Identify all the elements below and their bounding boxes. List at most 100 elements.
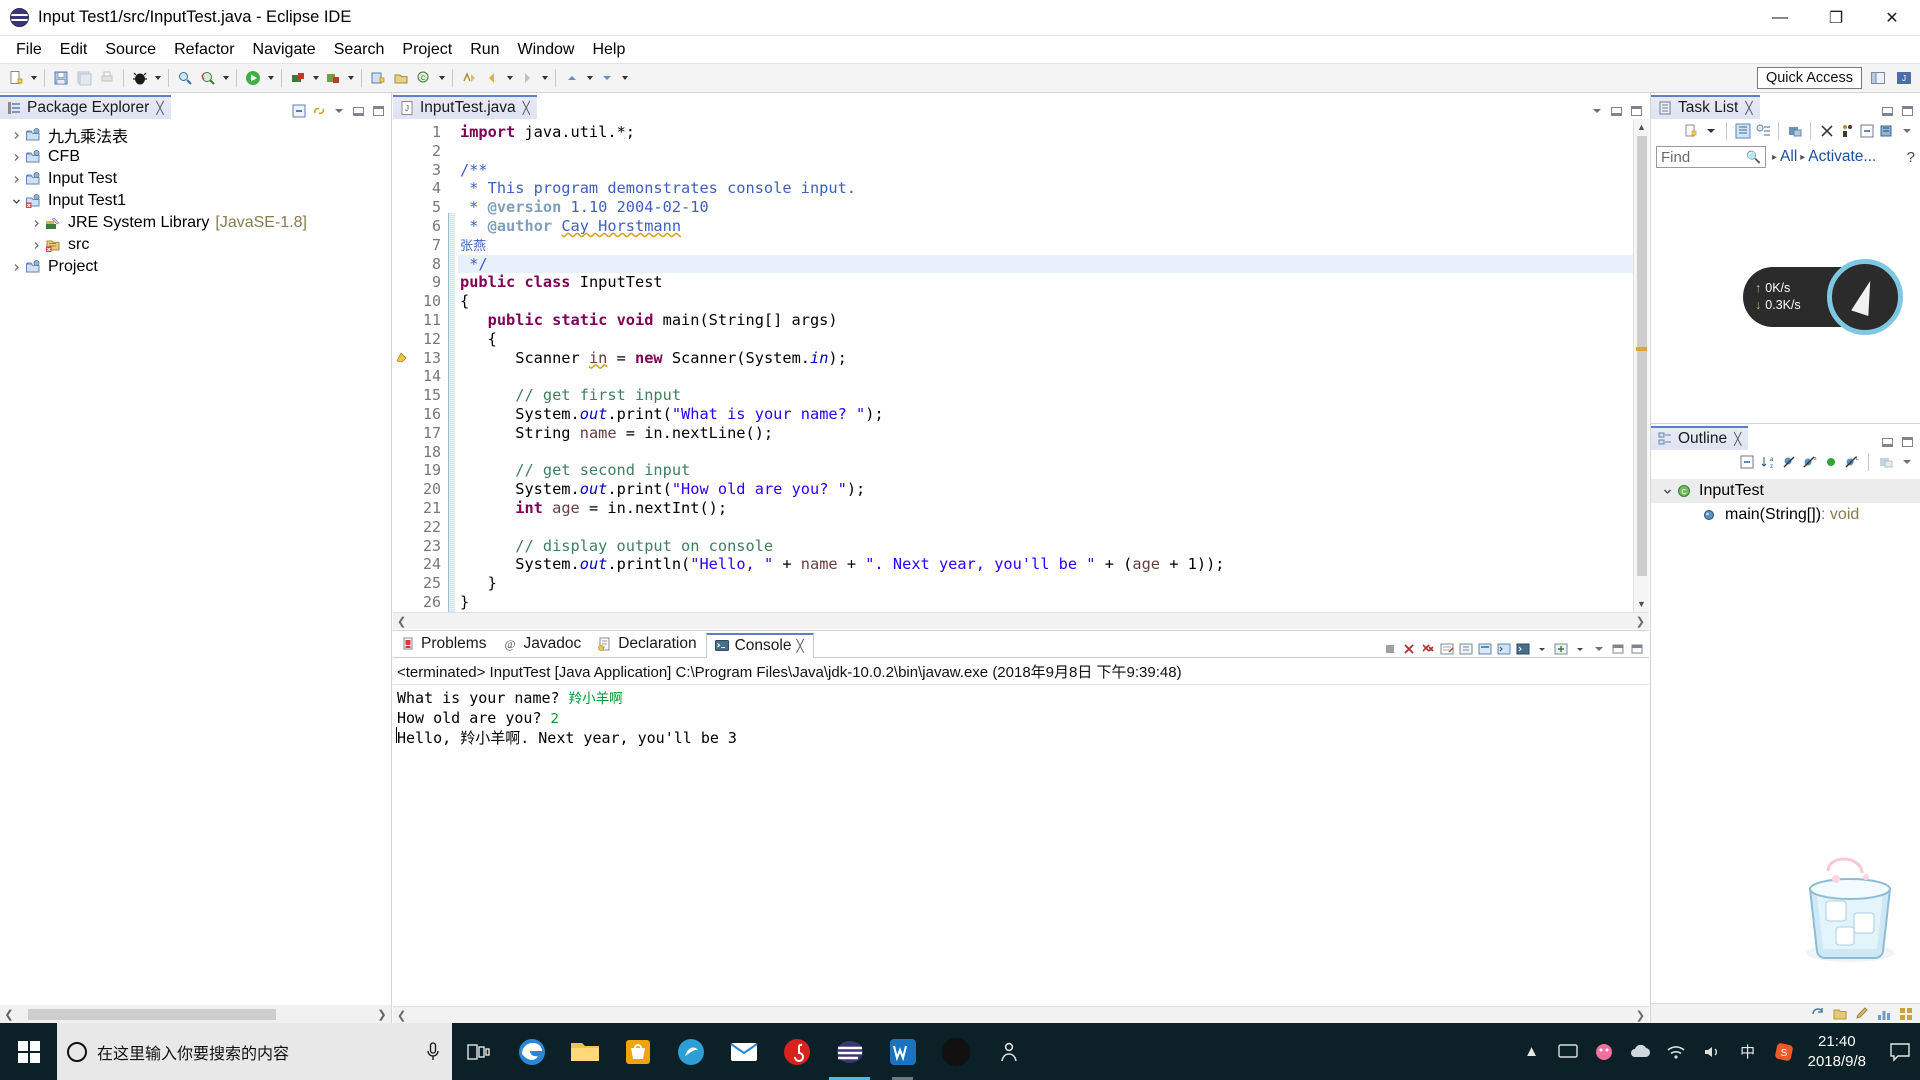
task-find-input[interactable]: Find 🔍 — [1656, 146, 1766, 168]
menu-file[interactable]: File — [7, 39, 51, 61]
new-wizard-icon[interactable] — [5, 66, 27, 90]
scroll-left-icon[interactable]: ❮ — [397, 615, 406, 628]
chevron-right-icon[interactable] — [8, 124, 25, 146]
categorized-mode-icon[interactable] — [1734, 123, 1751, 139]
tray-network-icon[interactable] — [1658, 1023, 1694, 1080]
code-line[interactable]: // get first input — [458, 386, 1633, 405]
code-line[interactable]: * @version 1.10 2004-02-10 — [458, 198, 1633, 217]
menu-refactor[interactable]: Refactor — [165, 39, 243, 61]
chevron-right-icon[interactable] — [8, 146, 25, 168]
code-line[interactable]: System.out.print("How old are you? "); — [458, 480, 1633, 499]
tray-sogou-icon[interactable]: S — [1766, 1023, 1802, 1080]
menu-edit[interactable]: Edit — [51, 39, 97, 61]
menu-search[interactable]: Search — [325, 39, 394, 61]
taskbar-netease-music-icon[interactable] — [770, 1023, 823, 1080]
hide-fields-icon[interactable] — [1780, 454, 1797, 470]
sort-icon[interactable]: az — [1759, 454, 1776, 470]
task-view-button[interactable] — [452, 1023, 505, 1080]
previous-annotation-icon[interactable] — [561, 66, 583, 90]
show-hidden-icons-button[interactable]: ▲ — [1514, 1023, 1550, 1080]
tray-ime-icon[interactable]: 中 — [1730, 1023, 1766, 1080]
collapse-all-tasks-icon[interactable] — [1858, 123, 1875, 139]
code-line[interactable]: { — [458, 330, 1633, 349]
save-all-icon[interactable] — [73, 66, 95, 90]
run-dropdown-icon[interactable] — [265, 66, 276, 90]
outline-view-menu-icon[interactable] — [1898, 454, 1915, 470]
scroll-right-icon[interactable]: ❯ — [1636, 615, 1645, 628]
synchronize-icon[interactable] — [1818, 123, 1835, 139]
tree-item-cfb[interactable]: CFB — [0, 146, 391, 168]
warning-marker-icon[interactable] — [395, 351, 408, 364]
scroll-right-icon[interactable]: ❯ — [373, 1008, 391, 1021]
search-icon[interactable]: 🔍 — [1746, 150, 1761, 164]
print-icon[interactable] — [96, 66, 118, 90]
maximize-editor-icon[interactable] — [1628, 103, 1645, 119]
forward-icon[interactable] — [516, 66, 538, 90]
package-explorer-hscrollbar[interactable]: ❮ ❯ — [0, 1005, 391, 1023]
start-button[interactable] — [0, 1023, 57, 1080]
minimize-editor-icon[interactable] — [1608, 103, 1625, 119]
code-line[interactable]: public class InputTest — [458, 273, 1633, 292]
close-icon[interactable]: ╳ — [1734, 432, 1741, 446]
tab-javadoc[interactable]: @ Javadoc — [495, 632, 590, 657]
open-type-icon[interactable] — [197, 66, 219, 90]
code-line[interactable]: { — [458, 292, 1633, 311]
editor-scroll-thumb[interactable] — [1637, 136, 1647, 576]
debug-dropdown-icon[interactable] — [152, 66, 163, 90]
new-task-icon[interactable] — [1682, 123, 1699, 139]
new-task-dropdown-icon[interactable] — [1702, 123, 1719, 139]
minimize-view-icon[interactable] — [350, 103, 367, 119]
open-console-icon[interactable] — [1514, 641, 1531, 657]
tab-outline[interactable]: Outline ╳ — [1651, 426, 1749, 450]
editor-hscrollbar[interactable]: ❮ ❯ — [393, 612, 1649, 629]
console-view-menu-icon[interactable] — [1590, 641, 1607, 657]
code-line[interactable] — [458, 142, 1633, 161]
external-tools-dropdown-icon[interactable] — [310, 66, 321, 90]
next-annotation-dropdown-icon[interactable] — [619, 66, 630, 90]
java-perspective-icon[interactable]: J — [1894, 68, 1914, 88]
maximize-button[interactable]: ❐ — [1808, 0, 1864, 36]
taskbar-mail-icon[interactable] — [717, 1023, 770, 1080]
coverage-dropdown-icon[interactable] — [345, 66, 356, 90]
new-class-dropdown-icon[interactable] — [436, 66, 447, 90]
code-line[interactable]: System.out.println("Hello, " + name + ".… — [458, 555, 1633, 574]
status-write-icon[interactable] — [1853, 1006, 1870, 1022]
maximize-task-list-icon[interactable] — [1899, 103, 1916, 119]
code-line[interactable] — [458, 443, 1633, 462]
code-line[interactable]: 张燕 — [458, 236, 1633, 255]
notification-center-button[interactable] — [1880, 1023, 1920, 1080]
close-button[interactable]: ✕ — [1864, 0, 1920, 36]
run-icon[interactable] — [242, 66, 264, 90]
taskbar-clock[interactable]: 21:40 2018/9/8 — [1802, 1032, 1880, 1072]
save-icon[interactable] — [50, 66, 72, 90]
breadcrumb-activate[interactable]: Activate... — [1808, 148, 1876, 166]
close-icon[interactable]: ╳ — [156, 101, 163, 115]
scroll-thumb[interactable] — [28, 1008, 276, 1020]
tab-console[interactable]: Console ╳ — [705, 633, 814, 658]
new-console-dropdown-icon[interactable] — [1571, 641, 1588, 657]
code-line[interactable] — [458, 367, 1633, 386]
scroll-right-icon[interactable]: ❯ — [1636, 1009, 1645, 1022]
code-line[interactable]: int age = in.nextInt(); — [458, 499, 1633, 518]
code-line[interactable]: System.out.print("What is your name? "); — [458, 405, 1633, 424]
remove-all-launches-icon[interactable] — [1419, 641, 1436, 657]
scheduled-mode-icon[interactable] — [1754, 123, 1771, 139]
open-perspective-icon[interactable] — [1868, 68, 1888, 88]
clear-console-icon[interactable] — [1438, 641, 1455, 657]
code-line[interactable]: * This program demonstrates console inpu… — [458, 179, 1633, 198]
hide-non-public-icon[interactable] — [1822, 454, 1839, 470]
open-type-dropdown-icon[interactable] — [220, 66, 231, 90]
minimize-task-list-icon[interactable] — [1879, 103, 1896, 119]
last-edit-location-icon[interactable] — [458, 66, 480, 90]
scroll-up-icon[interactable]: ▲ — [1634, 119, 1650, 135]
maximize-outline-icon[interactable] — [1899, 434, 1916, 450]
hide-static-icon[interactable]: s — [1801, 454, 1818, 470]
scroll-left-icon[interactable]: ❮ — [0, 1008, 18, 1021]
editor-body[interactable]: 123-4567891011-1213141516171819202122232… — [393, 119, 1649, 612]
focus-icon[interactable] — [1877, 454, 1894, 470]
taskbar-dark-app-icon[interactable] — [929, 1023, 982, 1080]
code-line[interactable]: // get second input — [458, 461, 1633, 480]
coverage-icon[interactable] — [322, 66, 344, 90]
person-icon[interactable] — [1838, 123, 1855, 139]
new-console-view-icon[interactable] — [1552, 641, 1569, 657]
